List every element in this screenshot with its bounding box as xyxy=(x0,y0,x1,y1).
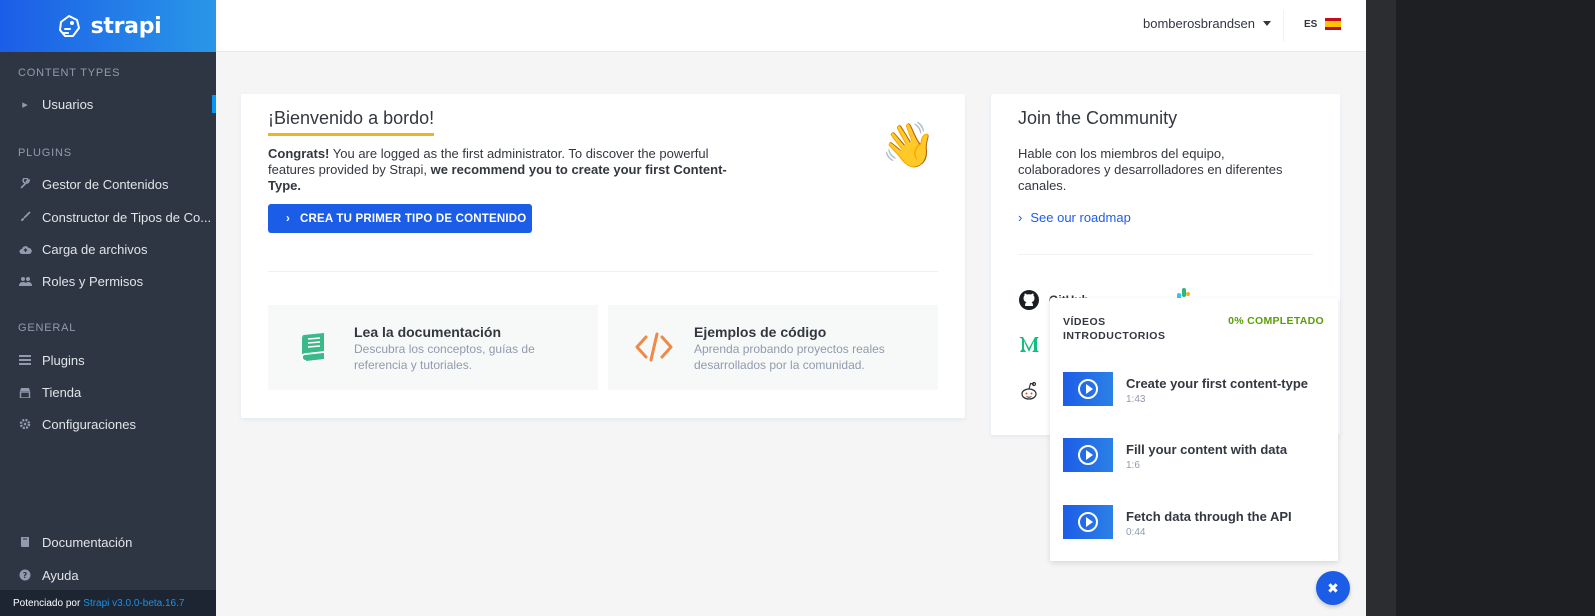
sidebar-item-tienda[interactable]: Tienda xyxy=(0,378,216,406)
intro-videos-panel: VÍDEOS INTRODUCTORIOS 0% COMPLETADO Crea… xyxy=(1050,298,1338,561)
welcome-intro: Congrats! You are logged as the first ad… xyxy=(268,146,748,194)
list-icon xyxy=(18,355,32,365)
sidebar-item-usuarios[interactable]: ▸ Usuarios xyxy=(0,90,216,118)
spain-flag-icon xyxy=(1325,18,1342,30)
create-content-type-button[interactable]: › CREA TU PRIMER TIPO DE CONTENIDO xyxy=(268,204,532,233)
svg-text:?: ? xyxy=(23,571,28,580)
gear-icon xyxy=(18,418,32,430)
sidebar-item-configuraciones[interactable]: Configuraciones xyxy=(0,410,216,438)
sidebar-item-carga-archivos[interactable]: Carga de archivos xyxy=(0,235,216,263)
sidebar-item-label: Constructor de Tipos de Co... xyxy=(42,209,212,225)
sidebar-item-label: Gestor de Contenidos xyxy=(42,176,169,192)
wrench-icon xyxy=(18,178,32,190)
video-title: Fill your content with data xyxy=(1126,442,1288,457)
video-item[interactable]: Fetch data through the API 0:44 xyxy=(1063,505,1325,541)
video-item[interactable]: Create your first content-type 1:43 xyxy=(1063,372,1325,408)
documentation-link[interactable]: Lea la documentación Descubra los concep… xyxy=(268,305,598,390)
sidebar-item-label: Tienda xyxy=(42,384,82,400)
roadmap-label: See our roadmap xyxy=(1030,210,1131,225)
sidebar-item-label: Ayuda xyxy=(42,567,79,583)
feature-description: Descubra los conceptos, guías de referen… xyxy=(354,342,535,372)
code-examples-link[interactable]: Ejemplos de código Aprenda probando proy… xyxy=(608,305,938,390)
caret-right-icon: ▸ xyxy=(22,98,28,111)
sidebar-item-label: Plugins xyxy=(42,352,85,368)
language-code: ES xyxy=(1304,18,1318,30)
video-thumbnail xyxy=(1063,438,1113,472)
video-thumbnail xyxy=(1063,505,1113,539)
video-duration: 1:43 xyxy=(1126,394,1146,405)
top-bar: bomberosbrandsen ES xyxy=(216,0,1366,52)
question-icon: ? xyxy=(18,569,32,581)
sidebar-footer: Potenciado por Strapi v3.0.0-beta.16.7 xyxy=(0,590,216,616)
feature-description: Aprenda probando proyectos reales desarr… xyxy=(694,342,885,372)
cloud-upload-icon xyxy=(18,244,32,255)
videos-progress: 0% COMPLETADO xyxy=(1228,315,1324,327)
users-icon xyxy=(18,276,32,287)
medium-icon[interactable] xyxy=(1018,332,1040,354)
video-thumbnail xyxy=(1063,372,1113,406)
section-title-general: General xyxy=(18,322,77,334)
language-selector[interactable]: ES xyxy=(1304,18,1342,30)
cta-label: CREA TU PRIMER TIPO DE CONTENIDO xyxy=(300,212,527,225)
sidebar-item-constructor-tipos[interactable]: Constructor de Tipos de Co... xyxy=(0,203,216,231)
sidebar-item-label: Usuarios xyxy=(42,96,94,112)
chevron-right-icon: › xyxy=(286,212,291,225)
username: bomberosbrandsen xyxy=(1143,16,1256,31)
strapi-logo-icon xyxy=(58,15,80,37)
close-videos-button[interactable]: ✖ xyxy=(1316,571,1350,605)
welcome-title: ¡Bienvenido a bordo! xyxy=(268,108,435,136)
user-menu[interactable]: bomberosbrandsen xyxy=(1143,16,1272,31)
sidebar-item-plugins[interactable]: Plugins xyxy=(0,346,216,374)
videos-title: VÍDEOS INTRODUCTORIOS xyxy=(1063,316,1166,342)
community-title: Join the Community xyxy=(1018,108,1178,128)
play-icon xyxy=(1078,512,1098,532)
footer-prefix: Potenciado por xyxy=(13,597,81,609)
play-icon xyxy=(1078,379,1098,399)
video-title: Fetch data through the API xyxy=(1126,509,1292,524)
code-icon xyxy=(635,332,673,362)
sidebar-item-label: Configuraciones xyxy=(42,416,136,432)
video-duration: 0:44 xyxy=(1126,527,1146,538)
video-title: Create your first content-type xyxy=(1126,376,1309,391)
adjacent-window-pane xyxy=(1396,0,1595,616)
sidebar-item-label: Documentación xyxy=(42,534,133,550)
reddit-icon[interactable] xyxy=(1018,380,1040,402)
sidebar-item-gestor-contenidos[interactable]: Gestor de Contenidos xyxy=(0,170,216,198)
roadmap-link[interactable]: › See our roadmap xyxy=(1018,210,1131,225)
chevron-right-icon: › xyxy=(1018,210,1023,225)
shop-icon xyxy=(18,387,32,398)
play-icon xyxy=(1078,445,1098,465)
section-title-content-types: Content Types xyxy=(18,67,121,79)
footer-version-link[interactable]: Strapi v3.0.0-beta.16.7 xyxy=(83,598,184,609)
brush-icon xyxy=(18,211,32,223)
intro-bold: Congrats! xyxy=(268,146,330,161)
adjacent-window xyxy=(1366,0,1595,616)
welcome-card: ¡Bienvenido a bordo! 👋 Congrats! You are… xyxy=(241,94,965,418)
sidebar-item-label: Roles y Permisos xyxy=(42,273,144,289)
divider xyxy=(1283,10,1284,42)
book-icon xyxy=(18,536,32,548)
section-title-plugins: Plugins xyxy=(18,147,72,159)
book-icon xyxy=(301,333,325,362)
feature-title: Ejemplos de código xyxy=(694,324,827,340)
divider xyxy=(268,271,938,272)
divider xyxy=(1018,254,1313,255)
community-description: Hable con los miembros del equipo, colab… xyxy=(1018,146,1283,193)
sidebar-item-label: Carga de archivos xyxy=(42,241,148,257)
waving-hand-icon: 👋 xyxy=(881,121,936,170)
brand-name: strapi xyxy=(90,13,162,39)
sidebar-item-roles-permisos[interactable]: Roles y Permisos xyxy=(0,267,216,295)
feature-title: Lea la documentación xyxy=(354,324,502,340)
sidebar-item-ayuda[interactable]: ? Ayuda xyxy=(0,561,216,589)
video-item[interactable]: Fill your content with data 1:6 xyxy=(1063,438,1325,474)
github-icon[interactable] xyxy=(1018,289,1040,311)
video-duration: 1:6 xyxy=(1126,460,1140,471)
sidebar-item-documentacion[interactable]: Documentación xyxy=(0,528,216,556)
brand-header[interactable]: strapi xyxy=(0,0,216,52)
sidebar: strapi Content Types ▸ Usuarios Plugins … xyxy=(0,0,216,616)
chevron-down-icon xyxy=(1263,21,1272,26)
